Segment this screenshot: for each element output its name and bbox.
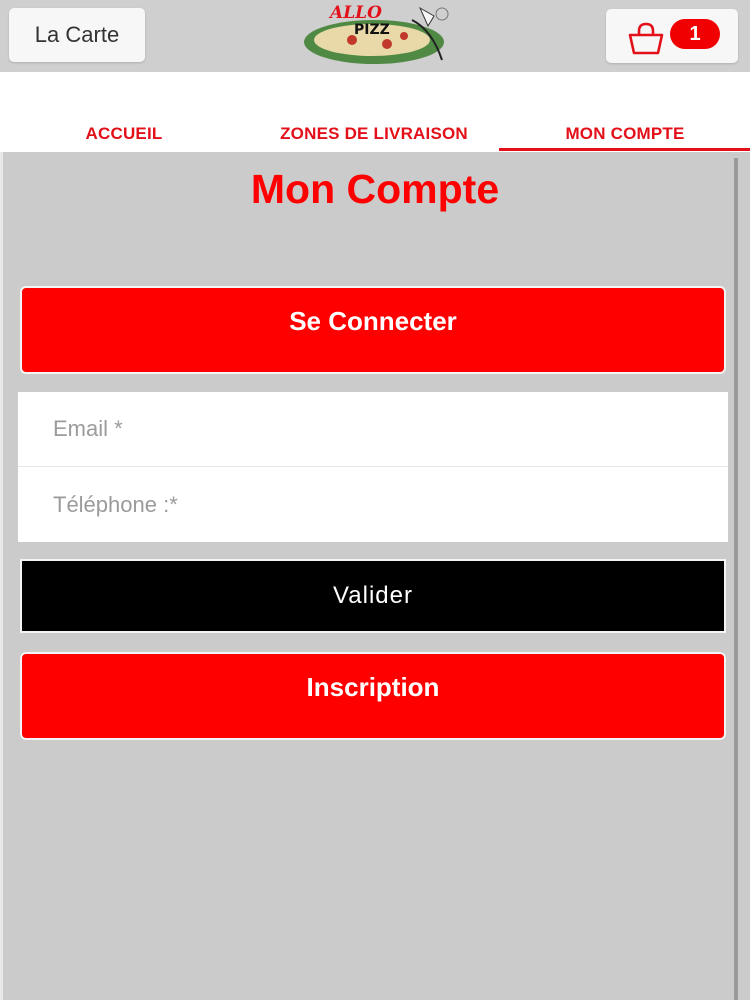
svg-text:ALLO: ALLO [328,3,382,23]
active-tab-indicator [499,148,750,151]
shopping-bag-icon [628,22,664,55]
tab-zones-de-livraison[interactable]: ZONES DE LIVRAISON [248,124,500,148]
scrollbar[interactable] [734,158,738,1000]
tab-accueil[interactable]: ACCUEIL [0,124,248,148]
email-field[interactable]: Email * [18,392,728,467]
allo-pizza-logo[interactable]: ALLO PIZZ [292,0,456,70]
tab-mon-compte[interactable]: MON COMPTE [500,124,750,148]
account-panel: Mon Compte Se Connecter Email * Téléphon… [0,152,750,1000]
top-bar: La Carte ALLO PIZZ 1 [0,0,750,72]
page-title: Mon Compte [250,166,500,212]
panel-left-border [0,152,3,1000]
main-navigation: ACCUEIL ZONES DE LIVRAISON MON COMPTE [0,72,750,152]
login-form: Email * Téléphone :* [18,392,728,542]
cart-count-badge: 1 [670,19,720,49]
login-button[interactable]: Se Connecter [20,286,726,374]
la-carte-button[interactable]: La Carte [9,8,145,62]
svg-text:PIZZ: PIZZ [354,22,390,38]
signup-button[interactable]: Inscription [20,652,726,740]
cart-button[interactable]: 1 [606,9,738,63]
phone-field[interactable]: Téléphone :* [18,467,728,542]
validate-button[interactable]: Valider [20,559,726,633]
